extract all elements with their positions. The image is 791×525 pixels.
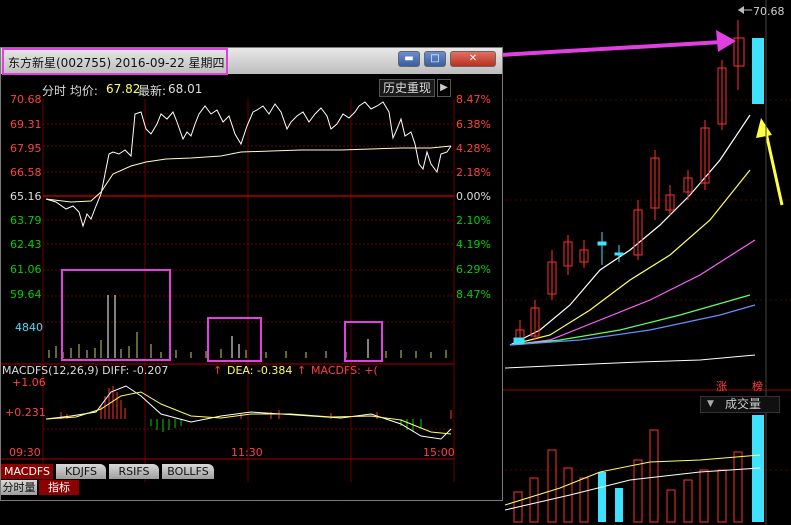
price-axis-left-4: 66.58: [10, 166, 42, 179]
price-axis-left-7: 62.43: [10, 238, 42, 251]
tab-kdjfs[interactable]: KDJFS: [56, 464, 106, 479]
window-titlebar[interactable]: 东方新星(002755) 2016-09-22 星期四 ▬ □ ✕: [1, 48, 502, 75]
price-axis-left-8: 61.06: [10, 263, 42, 276]
diff-up-arrow: ↑: [213, 364, 223, 377]
pct-axis-right-1: 8.47%: [456, 93, 491, 106]
pct-axis-right-5: 0.00%: [456, 190, 491, 203]
volume-axis-label: 4840: [15, 321, 43, 334]
zhang-label: 涨: [716, 380, 727, 393]
price-axis-left-2: 69.31: [10, 118, 42, 131]
close-button[interactable]: ✕: [450, 51, 496, 67]
pct-axis-right-2: 6.38%: [456, 118, 491, 131]
price-axis-left-1: 70.68: [10, 93, 42, 106]
pct-axis-right-7: 4.19%: [456, 238, 491, 251]
tab-macdfs[interactable]: MACDFS: [1, 464, 53, 479]
minimize-icon: ▬: [404, 53, 414, 64]
macd-level-mid: +0.231: [5, 406, 46, 419]
tab-intraday-volume[interactable]: 分时量: [1, 480, 37, 495]
pct-axis-right-8: 6.29%: [456, 263, 491, 276]
time-axis-close: 15:00: [423, 446, 455, 459]
time-axis-mid: 11:30: [231, 446, 263, 459]
macd-macdfs: MACDFS: +(: [311, 364, 378, 377]
top-price-label: 70.68: [753, 5, 785, 18]
close-icon: ✕: [468, 53, 478, 64]
maximize-button[interactable]: □: [424, 51, 446, 67]
intraday-chart: [1, 99, 455, 482]
macd-level-up: +1.06: [12, 376, 46, 389]
minimize-button[interactable]: ▬: [398, 51, 420, 67]
maximize-icon: □: [430, 53, 440, 64]
volume-dropdown-label: 成交量: [725, 397, 762, 411]
volume-dropdown[interactable]: 成交量 ▼: [700, 396, 780, 413]
pct-axis-right-9: 8.47%: [456, 288, 491, 301]
pct-axis-right-3: 4.28%: [456, 142, 491, 155]
price-axis-left-9: 59.64: [10, 288, 42, 301]
time-axis-open: 09:30: [9, 446, 41, 459]
dea-up-arrow: ↑: [297, 364, 307, 377]
pct-axis-right-6: 2.10%: [456, 214, 491, 227]
price-axis-left-5: 65.16: [10, 190, 42, 203]
pct-axis-right-4: 2.18%: [456, 166, 491, 179]
tab-indicator[interactable]: 指标: [39, 480, 79, 495]
bang-label: 榜: [752, 380, 763, 393]
chevron-down-icon: ▼: [707, 399, 714, 409]
tab-bollfs[interactable]: BOLLFS: [162, 464, 214, 479]
macd-dea: DEA: -0.384: [227, 364, 293, 377]
tab-rsifs[interactable]: RSIFS: [109, 464, 159, 479]
intraday-window[interactable]: 东方新星(002755) 2016-09-22 星期四 ▬ □ ✕ 分时 均价:…: [0, 47, 503, 501]
price-axis-left-3: 67.95: [10, 142, 42, 155]
price-axis-left-6: 63.79: [10, 214, 42, 227]
window-title: 东方新星(002755) 2016-09-22 星期四: [8, 56, 225, 70]
